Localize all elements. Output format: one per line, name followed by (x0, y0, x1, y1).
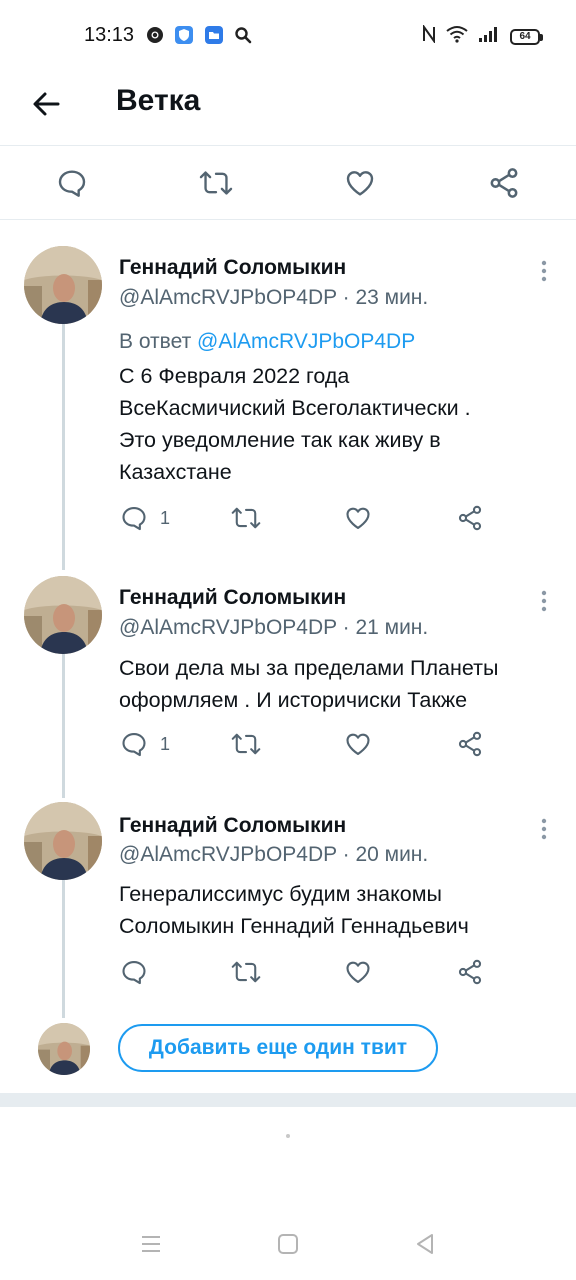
folder-icon (204, 25, 224, 50)
add-tweet-row: Добавить еще один твит (0, 1020, 576, 1080)
main-retweet-button[interactable] (198, 165, 234, 201)
more-vertical-icon (541, 260, 547, 282)
main-tweet-actions (0, 147, 576, 220)
back-button[interactable] (28, 86, 64, 122)
wifi-icon (446, 25, 468, 48)
app-header: Ветка (0, 70, 576, 146)
add-tweet-button[interactable]: Добавить еще один твит (118, 1024, 438, 1072)
avatar (38, 1023, 90, 1075)
author-handle-time: @AlAmcRVJPbOP4DP · 21 мин. (119, 616, 429, 639)
tweet-actions (0, 952, 576, 992)
reply-count: 1 (160, 507, 171, 528)
menu-nav-button[interactable] (136, 1229, 166, 1259)
reply-count: 1 (160, 733, 171, 754)
tweet-actions: 1 (0, 724, 576, 764)
avatar[interactable] (24, 576, 102, 654)
tweet-text-line: С 6 Февраля 2022 года (119, 364, 350, 388)
more-vertical-icon (541, 590, 547, 612)
tweet-text: Генералиссимус будим знакомы Соломыкин Г… (119, 878, 549, 942)
heart-icon (346, 733, 370, 755)
home-square-icon (278, 1234, 298, 1254)
retweet-icon (199, 171, 233, 195)
back-arrow-icon (33, 92, 60, 116)
share-icon (458, 505, 482, 531)
retweet-icon (231, 961, 261, 983)
more-options-button[interactable] (534, 814, 554, 844)
shield-icon (174, 25, 194, 50)
main-share-button[interactable] (486, 165, 522, 201)
tweet-text-line: оформляем . И историчиски Также (119, 688, 468, 712)
retweet-button[interactable] (231, 724, 261, 764)
back-nav-button[interactable] (410, 1229, 440, 1259)
battery-icon: 64 (510, 28, 543, 45)
menu-icon (142, 1236, 160, 1252)
like-button[interactable] (344, 724, 372, 764)
reply-prefix: В ответ (119, 330, 198, 353)
section-divider (0, 1093, 576, 1107)
share-button[interactable] (456, 952, 484, 992)
tweet-text: С 6 Февраля 2022 года ВсеКасмичиский Все… (119, 360, 549, 488)
reply-button[interactable] (120, 952, 160, 992)
share-button[interactable] (456, 498, 484, 538)
tweet-text-line: Генералиссимус будим знакомы (119, 882, 442, 906)
heart-icon (346, 171, 374, 196)
share-icon (458, 731, 482, 757)
status-left-icons (146, 25, 252, 50)
retweet-icon (231, 733, 261, 755)
system-nav-bar (0, 1215, 576, 1275)
share-icon (490, 168, 518, 198)
reply-to-line: В ответ @AlAmcRVJPbOP4DP (119, 330, 415, 354)
author-name[interactable]: Геннадий Соломыкин (119, 586, 346, 610)
tweet-text-line: ВсеКасмичиский Всеголактически . (119, 396, 471, 420)
reply-icon (122, 507, 146, 531)
status-time: 13:13 (84, 24, 135, 46)
home-nav-button[interactable] (273, 1229, 303, 1259)
avatar[interactable] (24, 246, 102, 324)
loading-dot (286, 1134, 290, 1138)
reply-button[interactable]: 1 (120, 724, 170, 764)
tweet-text-line: Свои дела мы за пределами Планеты (119, 656, 499, 680)
back-triangle-icon (417, 1234, 433, 1254)
tweet-text-line: Казахстане (119, 460, 232, 484)
retweet-button[interactable] (231, 498, 261, 538)
author-name[interactable]: Геннадий Соломыкин (119, 814, 346, 838)
heart-icon (346, 507, 370, 529)
avatar[interactable] (24, 802, 102, 880)
signal-icon (478, 25, 500, 48)
retweet-icon (231, 507, 261, 529)
like-button[interactable] (344, 952, 372, 992)
main-like-button[interactable] (342, 165, 378, 201)
status-right-icons: 64 (422, 23, 543, 48)
retweet-button[interactable] (231, 952, 261, 992)
tweet-actions: 1 (0, 498, 576, 538)
chrome-icon (146, 26, 164, 49)
tweet-text-line: Это уведомление так как живу в (119, 428, 441, 452)
reply-button[interactable]: 1 (120, 498, 170, 538)
tweet-text: Свои дела мы за пределами Планеты оформл… (119, 652, 549, 716)
author-handle-time: @AlAmcRVJPbOP4DP · 23 мин. (119, 286, 429, 309)
main-reply-button[interactable] (54, 165, 90, 201)
status-bar: 13:13 64 (0, 0, 576, 70)
more-options-button[interactable] (534, 256, 554, 286)
thread-line (62, 880, 65, 1018)
page-title: Ветка (116, 84, 201, 117)
reply-icon (122, 733, 146, 757)
search-icon (234, 26, 252, 49)
more-options-button[interactable] (534, 586, 554, 616)
heart-icon (346, 961, 370, 983)
nfc-icon (422, 23, 436, 48)
share-button[interactable] (456, 724, 484, 764)
like-button[interactable] (344, 498, 372, 538)
share-icon (458, 959, 482, 985)
reply-handle-link[interactable]: @AlAmcRVJPbOP4DP (197, 330, 415, 353)
tweet-text-line: Соломыкин Геннадий Геннадьевич (119, 914, 469, 938)
author-handle-time: @AlAmcRVJPbOP4DP · 20 мин. (119, 843, 429, 866)
reply-icon (58, 170, 86, 197)
author-name[interactable]: Геннадий Соломыкин (119, 256, 346, 280)
more-vertical-icon (541, 818, 547, 840)
reply-icon (122, 961, 146, 985)
